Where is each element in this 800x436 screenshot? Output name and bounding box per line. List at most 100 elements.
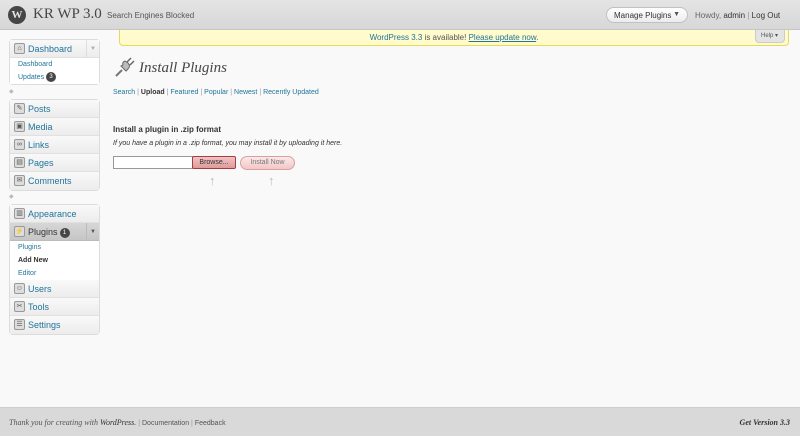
admin-header: W KR WP 3.0 Search Engines Blocked Manag…: [0, 0, 800, 30]
chevron-down-icon[interactable]: ▼: [86, 223, 99, 241]
menu-group-admin: ▥ Appearance ⚡ Plugins 1 ▼ Plugins Add Ne…: [9, 204, 100, 335]
tab-upload[interactable]: Upload: [141, 89, 165, 96]
tab-separator: |: [230, 89, 233, 96]
tab-separator: |: [166, 89, 169, 96]
menu-item-appearance[interactable]: ▥ Appearance: [10, 205, 99, 223]
users-icon: ☺: [14, 283, 25, 294]
footer: Thank you for creating with WordPress. |…: [0, 407, 800, 436]
documentation-link[interactable]: Documentation: [142, 420, 189, 427]
logout-link[interactable]: Log Out: [752, 11, 780, 20]
pages-icon: ▤: [14, 157, 25, 168]
favorite-actions-label: Manage Plugins: [614, 11, 672, 20]
tab-newest[interactable]: Newest: [234, 89, 257, 96]
site-title[interactable]: KR WP 3.0: [33, 6, 102, 23]
menu-label-users: Users: [28, 284, 52, 294]
update-nag: WordPress 3.3 is available! Please updat…: [119, 30, 789, 46]
menu-label-appearance: Appearance: [28, 209, 77, 219]
footer-left: Thank you for creating with WordPress. |…: [9, 418, 226, 427]
menu-label-tools: Tools: [28, 302, 50, 312]
wordpress-version-link[interactable]: WordPress 3.3: [370, 33, 423, 42]
menu-label-links: Links: [28, 140, 50, 150]
menu-label-dashboard: Dashboard: [28, 44, 73, 54]
comment-icon: ✉: [14, 175, 25, 186]
plugin-zip-file-input[interactable]: [113, 156, 193, 169]
user-info: Howdy, admin | Log Out: [695, 11, 780, 20]
install-tabs: Search | Upload | Featured | Popular | N…: [113, 89, 319, 96]
submenu-item-add-new[interactable]: Add New: [10, 254, 99, 267]
settings-icon: ☰: [14, 319, 25, 330]
footer-dot: .: [134, 418, 137, 427]
appearance-icon: ▥: [14, 208, 25, 219]
tab-separator: |: [137, 89, 139, 96]
menu-label-settings: Settings: [28, 320, 61, 330]
submenu-item-updates[interactable]: Updates 3: [10, 71, 99, 84]
howdy-text: Howdy,: [695, 11, 722, 20]
menu-group-dashboard: ⌂ Dashboard ▼ Dashboard Updates 3: [9, 39, 100, 85]
browse-button[interactable]: Browse...: [192, 156, 236, 169]
tools-icon: ✂: [14, 301, 25, 312]
chevron-down-icon[interactable]: ▼: [673, 11, 680, 18]
separator: |: [747, 11, 750, 20]
link-icon: ∞: [14, 139, 25, 150]
menu-label-plugins: Plugins 1: [28, 227, 70, 238]
update-now-link[interactable]: Please update now: [469, 33, 537, 42]
menu-label-media: Media: [28, 122, 53, 132]
menu-separator[interactable]: ◆: [9, 88, 100, 95]
footer-thanks: Thank you for creating with: [9, 418, 101, 427]
home-icon: ⌂: [14, 43, 25, 54]
menu-separator[interactable]: ◆: [9, 193, 100, 200]
section-description: If you have a plugin in a .zip format, y…: [113, 140, 343, 147]
username-link[interactable]: admin: [723, 11, 745, 20]
tab-popular[interactable]: Popular: [204, 89, 228, 96]
plugin-icon: ⚡: [14, 226, 25, 237]
get-version-link[interactable]: Get Version 3.3: [740, 418, 790, 427]
menu-item-media[interactable]: ▣ Media: [10, 118, 99, 136]
menu-item-users[interactable]: ☺ Users: [10, 280, 99, 298]
menu-item-settings[interactable]: ☰ Settings: [10, 316, 99, 334]
updates-label: Updates: [18, 74, 45, 81]
plugins-label: Plugins: [28, 227, 58, 237]
favorite-actions-dropdown[interactable]: Manage Plugins ▼: [606, 7, 688, 23]
dashboard-submenu: Dashboard Updates 3: [10, 58, 99, 84]
chevron-down-icon[interactable]: ▼: [86, 40, 99, 58]
plugins-count-badge: 1: [59, 227, 70, 238]
nag-end: .: [536, 33, 539, 42]
nag-text: is available!: [422, 33, 469, 42]
tab-separator: |: [200, 89, 203, 96]
help-tab[interactable]: Help ▾: [755, 30, 785, 43]
search-engines-status[interactable]: Search Engines Blocked: [107, 11, 194, 20]
plugins-submenu: Plugins Add New Editor: [10, 241, 99, 280]
plugin-icon: [115, 57, 135, 77]
arrow-up-icon: ↑: [268, 173, 275, 188]
menu-item-comments[interactable]: ✉ Comments: [10, 172, 99, 190]
section-title: Install a plugin in .zip format: [113, 125, 222, 134]
page-title: Install Plugins: [139, 60, 227, 76]
arrow-up-icon: ↑: [209, 173, 216, 188]
menu-item-posts[interactable]: ✎ Posts: [10, 100, 99, 118]
submenu-item-plugins[interactable]: Plugins: [10, 241, 99, 254]
posts-icon: ✎: [14, 103, 25, 114]
menu-group-content: ✎ Posts ▣ Media ∞ Links ▤ Pages ✉ Commen…: [9, 99, 100, 191]
menu-item-pages[interactable]: ▤ Pages: [10, 154, 99, 172]
tab-recently-updated[interactable]: Recently Updated: [263, 89, 319, 96]
menu-item-tools[interactable]: ✂ Tools: [10, 298, 99, 316]
feedback-link[interactable]: Feedback: [195, 420, 226, 427]
menu-label-pages: Pages: [28, 158, 54, 168]
media-icon: ▣: [14, 121, 25, 132]
wordpress-logo-icon: W: [8, 6, 26, 24]
install-now-button[interactable]: Install Now: [240, 156, 295, 170]
menu-item-links[interactable]: ∞ Links: [10, 136, 99, 154]
footer-separator: |: [138, 420, 141, 427]
footer-separator: |: [191, 420, 193, 427]
menu-label-comments: Comments: [28, 176, 72, 186]
tab-featured[interactable]: Featured: [170, 89, 198, 96]
menu-label-posts: Posts: [28, 104, 51, 114]
submenu-item-dashboard[interactable]: Dashboard: [10, 58, 99, 71]
wordpress-link[interactable]: WordPress: [100, 418, 134, 427]
menu-item-plugins[interactable]: ⚡ Plugins 1 ▼: [10, 223, 99, 241]
tab-separator: |: [259, 89, 262, 96]
submenu-item-editor[interactable]: Editor: [10, 267, 99, 280]
menu-item-dashboard[interactable]: ⌂ Dashboard ▼: [10, 40, 99, 58]
tab-search[interactable]: Search: [113, 89, 135, 96]
updates-count-badge: 3: [46, 72, 57, 83]
